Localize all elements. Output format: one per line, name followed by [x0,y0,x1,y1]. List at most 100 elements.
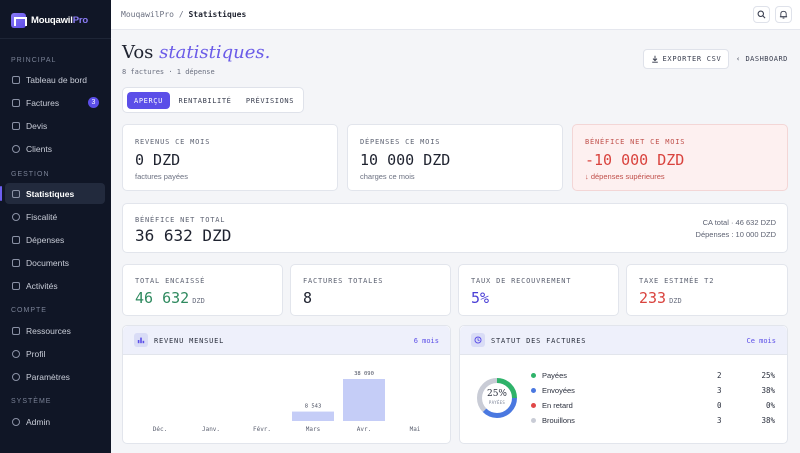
x-tick-label: Déc. [153,426,167,433]
status-chart-card: STATUT DES FACTURES Ce mois 25% PAYÉES P… [459,325,788,444]
sidebar-item-factures[interactable]: Factures 3 [5,92,105,113]
section-gestion: GESTION [11,171,50,178]
kpi-label: BÉNÉFICE NET CE MOIS [585,138,686,146]
chart-period[interactable]: Ce mois [746,337,776,345]
logo-accent: Pro [72,14,88,26]
kpi-value: 5% [471,289,490,307]
kpi-value: -10 000 DZD [585,151,685,169]
search-icon [757,10,766,19]
tab-apercu[interactable]: APERÇU [127,92,170,109]
document-icon [12,258,20,267]
bar-data-label: 38 090 [354,371,374,377]
ca-total-text: CA total · 46 632 DZD [702,218,776,227]
page-title: Vos statistiques. [122,42,271,63]
tab-rentabilite[interactable]: RENTABILITÉ [175,92,235,109]
kpi-label: DÉPENSES CE MOIS [360,138,441,146]
page-subtitle: 8 factures · 1 dépense [122,68,215,76]
kpi-value: 46 632 DZD [135,289,205,307]
admin-shield-icon [12,417,20,426]
kpi-value: 233 DZD [639,289,682,307]
shield-icon [12,212,20,221]
kpi-note: ↓ dépenses supérieures [585,172,665,181]
sidebar-item-parametres[interactable]: Paramètres [5,366,105,387]
notifications-button[interactable] [775,6,792,23]
kpi-label: REVENUS CE MOIS [135,138,211,146]
legend-row-en-retard: En retard 0 0% [531,399,775,411]
kpi-card-factures-totales: FACTURES TOTALES 8 [290,264,451,316]
dashboard-link[interactable]: ‹ DASHBOARD [736,55,788,63]
kpi-card-revenus: REVENUS CE MOIS 0 DZD factures payées [122,124,338,191]
bell-icon [779,10,788,19]
legend-dot [531,387,536,393]
factures-badge: 3 [88,97,99,108]
total-benefit-card: BÉNÉFICE NET TOTAL 36 632 DZD CA total ·… [122,203,788,253]
total-label: BÉNÉFICE NET TOTAL [135,216,226,224]
x-tick-label: Mars [306,426,321,433]
export-csv-button[interactable]: EXPORTER CSV [643,49,729,69]
grid-icon [12,75,20,84]
kpi-card-depenses: DÉPENSES CE MOIS 10 000 DZD charges ce m… [347,124,563,191]
kpi-note: factures payées [135,172,188,181]
section-compte: COMPTE [11,307,47,314]
invoice-icon [12,98,20,107]
sidebar-item-dashboard[interactable]: Tableau de bord [5,69,105,90]
sidebar-item-statistiques[interactable]: Statistiques [0,183,105,204]
kpi-value: 8 [303,289,313,307]
x-tick-label: Avr. [357,426,371,433]
sidebar-item-clients[interactable]: Clients [5,138,105,159]
clock-icon [471,333,485,347]
chart-header: STATUT DES FACTURES Ce mois [460,326,787,355]
activity-icon [12,281,20,290]
revenue-bar-chart: Déc. Janv. Févr. 8 543 Mars 38 090 Avr. Mai [153,371,421,433]
sidebar-item-activites[interactable]: Activités [5,275,105,296]
sidebar-divider [0,38,111,39]
sidebar-item-profil[interactable]: Profil [5,343,105,364]
x-tick-label: Mai [410,426,421,433]
topbar: MouqawilPro / Statistiques [111,0,800,30]
bar-4 [343,379,385,421]
breadcrumb: MouqawilPro / Statistiques [121,10,246,19]
bar-data-label: 8 543 [305,404,322,410]
sidebar-item-depenses[interactable]: Dépenses [5,229,105,250]
kpi-label: TAXE ESTIMÉE T2 [639,277,715,285]
kpi-card-taux-recouvrement: TAUX DE RECOUVREMENT 5% [458,264,619,316]
legend-row-brouillons: Brouillons 3 38% [531,414,775,426]
chart-period[interactable]: 6 mois [414,337,439,345]
app-logo[interactable]: MouqawilPro [11,12,88,28]
download-icon [651,55,658,63]
section-principal: PRINCIPAL [11,57,57,64]
kpi-value: 10 000 DZD [360,151,451,169]
sidebar-item-admin[interactable]: Admin [5,411,105,432]
logo-main: Mouqawil [31,14,73,26]
kpi-card-total-encaisse: TOTAL ENCAISSÉ 46 632 DZD [122,264,283,316]
kpi-label: FACTURES TOTALES [303,277,384,285]
bar-3 [292,411,334,421]
kpi-value: 0 DZD [135,151,181,169]
kpi-note: charges ce mois [360,172,415,181]
donut-value: 25% [486,389,507,399]
tab-previsions[interactable]: PRÉVISIONS [241,92,299,109]
search-button[interactable] [753,6,770,23]
breadcrumb-root[interactable]: MouqawilPro [121,10,174,19]
legend-dot [531,417,536,423]
section-systeme: SYSTÈME [11,398,52,405]
chart-title: REVENU MENSUEL [154,337,225,345]
view-tabs: APERÇU RENTABILITÉ PRÉVISIONS [122,87,304,113]
chart-title: STATUT DES FACTURES [491,337,587,345]
profile-icon [12,349,20,358]
revenue-chart-card: REVENU MENSUEL 6 mois Déc. Janv. Févr. 8 54… [122,325,451,444]
sidebar-item-ressources[interactable]: Ressources [5,320,105,341]
sidebar-item-fiscalite[interactable]: Fiscalité [5,206,105,227]
kpi-label: TAUX DE RECOUVREMENT [471,277,572,285]
legend-row-payees: Payées 2 25% [531,369,775,381]
breadcrumb-current: Statistiques [188,10,247,19]
logo-icon [11,12,26,28]
sidebar-item-devis[interactable]: Devis [5,115,105,136]
chart-icon [12,189,20,198]
depenses-total-text: Dépenses : 10 000 DZD [695,230,776,239]
x-tick-label: Janv. [202,426,220,433]
gear-icon [12,372,20,381]
quote-icon [12,121,20,130]
chart-header: REVENU MENSUEL 6 mois [123,326,450,355]
sidebar-item-documents[interactable]: Documents [5,252,105,273]
